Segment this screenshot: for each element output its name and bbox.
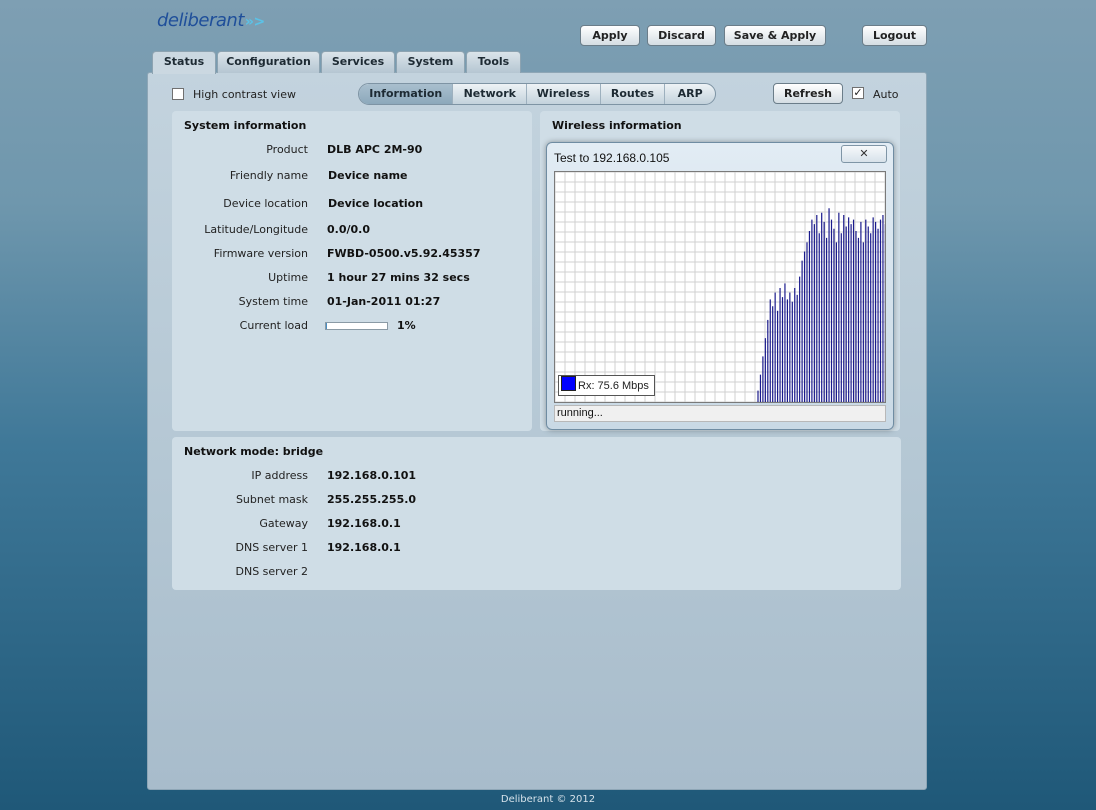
lat-long-value: 0.0/0.0 [327, 223, 370, 236]
dns1-value: 192.168.0.1 [327, 541, 401, 554]
rx-legend-label: Rx: 75.6 Mbps [578, 380, 649, 392]
system-info-box: System information Product DLB APC 2M-90… [172, 111, 532, 431]
footer-copyright: Deliberant © 2012 [500, 794, 596, 805]
close-icon: ✕ [859, 147, 869, 160]
friendly-name-value: Device name [328, 169, 408, 182]
network-box: Network mode: bridge IP address 192.168.… [172, 437, 901, 590]
gateway-label: Gateway [259, 517, 308, 530]
discard-button[interactable]: Discard [647, 25, 716, 46]
save-apply-button[interactable]: Save & Apply [724, 25, 826, 46]
info-subtabs: Information Network Wireless Routes ARP [358, 83, 716, 105]
system-time-label: System time [238, 295, 308, 308]
throughput-graph-svg [554, 171, 886, 403]
logo-chevron-icon: »> [244, 14, 265, 30]
firmware-label: Firmware version [213, 247, 308, 260]
current-load-fill [326, 323, 327, 329]
current-load-bar [325, 322, 388, 330]
checkmark-icon: ✓ [853, 86, 863, 99]
auto-label: Auto [873, 88, 899, 101]
wireless-info-title: Wireless information [552, 119, 682, 132]
product-value: DLB APC 2M-90 [327, 143, 423, 156]
subtab-information[interactable]: Information [359, 84, 454, 104]
uptime-label: Uptime [268, 271, 308, 284]
product-label: Product [266, 143, 308, 156]
tab-system[interactable]: System [396, 51, 465, 73]
subnet-mask-value: 255.255.255.0 [327, 493, 417, 506]
tab-configuration[interactable]: Configuration [217, 51, 320, 73]
subtab-network[interactable]: Network [453, 84, 528, 104]
graph-legend: Rx: 75.6 Mbps [558, 375, 655, 396]
system-time-value: 01-Jan-2011 01:27 [327, 295, 441, 308]
tab-services[interactable]: Services [321, 51, 395, 73]
lat-long-label: Latitude/Longitude [204, 223, 308, 236]
refresh-button[interactable]: Refresh [773, 83, 843, 104]
ip-address-label: IP address [251, 469, 308, 482]
deliberant-logo: deliberant»> [157, 10, 265, 31]
tab-tools[interactable]: Tools [466, 51, 521, 73]
tab-status[interactable]: Status [152, 51, 216, 74]
system-info-title: System information [184, 119, 307, 132]
popup-title: Test to 192.168.0.105 [554, 151, 670, 165]
throughput-graph: Rx: 75.6 Mbps [554, 171, 886, 403]
dns1-label: DNS server 1 [235, 541, 309, 554]
device-location-value: Device location [328, 197, 424, 210]
ip-address-value: 192.168.0.101 [327, 469, 417, 482]
gateway-value: 192.168.0.1 [327, 517, 401, 530]
subtab-wireless[interactable]: Wireless [527, 84, 601, 104]
high-contrast-checkbox[interactable] [172, 88, 184, 100]
logout-button[interactable]: Logout [862, 25, 927, 46]
uptime-value: 1 hour 27 mins 32 secs [327, 271, 470, 284]
dns2-label: DNS server 2 [235, 565, 309, 578]
device-location-label: Device location [223, 197, 308, 210]
test-status-bar: running... [554, 405, 886, 422]
apply-button[interactable]: Apply [580, 25, 640, 46]
high-contrast-label: High contrast view [193, 88, 296, 101]
network-mode-title: Network mode: bridge [184, 445, 324, 458]
subtab-arp[interactable]: ARP [665, 84, 715, 104]
friendly-name-label: Friendly name [229, 169, 308, 182]
rx-legend-swatch [561, 376, 576, 391]
current-load-label: Current load [239, 319, 308, 332]
auto-checkbox[interactable]: ✓ [852, 87, 864, 99]
close-button[interactable]: ✕ [841, 145, 887, 163]
current-load-value: 1% [397, 319, 416, 332]
firmware-value: FWBD-0500.v5.92.45357 [327, 247, 481, 260]
bandwidth-test-popup: Test to 192.168.0.105 ✕ Rx: 75.6 Mbps ru… [546, 142, 894, 430]
subnet-mask-label: Subnet mask [235, 493, 308, 506]
subtab-routes[interactable]: Routes [601, 84, 666, 104]
